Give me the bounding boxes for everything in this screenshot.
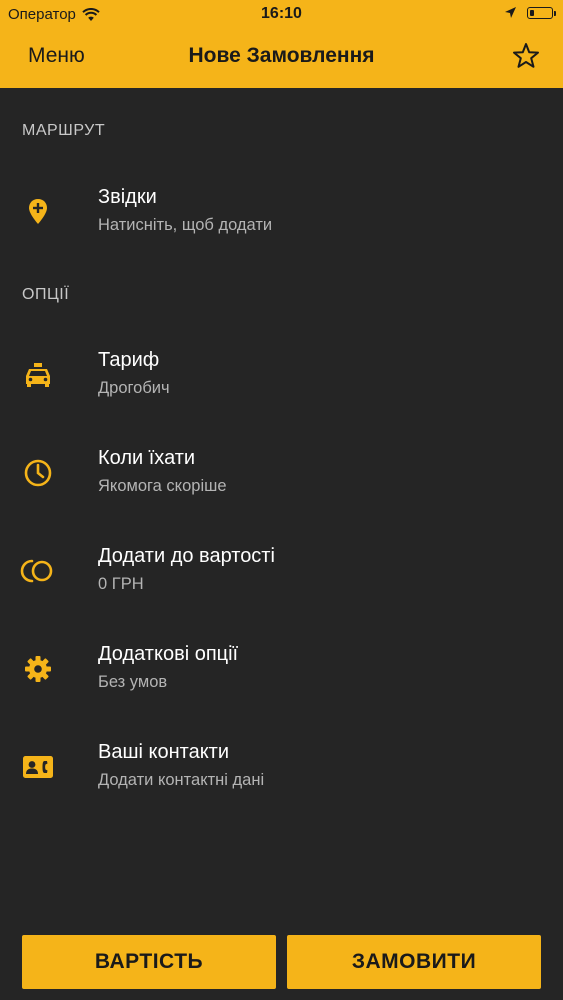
order-button[interactable]: ЗАМОВИТИ (287, 935, 541, 989)
section-header-route: МАРШРУТ (22, 122, 106, 139)
option-add-to-price[interactable]: Додати до вартості 0 ГРН (0, 531, 563, 611)
map-pin-plus-icon (29, 199, 47, 224)
status-bar: Оператор 16:10 (0, 0, 563, 30)
clock-icon (24, 459, 52, 487)
navigation-bar: Меню Нове Замовлення (0, 30, 563, 88)
taxi-car-icon (26, 363, 50, 387)
option-when-subtitle: Якомога скоріше (98, 477, 227, 495)
route-from-title: Звідки (98, 186, 157, 208)
status-time: 16:10 (261, 5, 302, 22)
route-from-subtitle: Натисніть, щоб додати (98, 216, 273, 234)
status-right (504, 6, 556, 19)
option-contacts[interactable]: Ваші контакти Додати контактні дані (0, 727, 563, 807)
page-title: Нове Замовлення (188, 44, 375, 67)
star-outline-icon[interactable] (511, 41, 541, 71)
contact-card-icon (23, 756, 53, 778)
route-from-item[interactable]: Звідки Натисніть, щоб додати (0, 172, 563, 252)
option-tariff[interactable]: Тариф Дрогобич (0, 335, 563, 415)
option-extra-title: Додаткові опції (98, 643, 239, 665)
option-when[interactable]: Коли їхати Якомога скоріше (0, 433, 563, 513)
option-tariff-title: Тариф (98, 349, 160, 371)
option-add-to-price-subtitle: 0 ГРН (98, 575, 144, 593)
location-arrow-icon (505, 7, 516, 18)
gear-icon (25, 656, 51, 682)
option-when-title: Коли їхати (98, 447, 196, 469)
section-header-options: ОПЦІЇ (22, 286, 70, 303)
option-tariff-subtitle: Дрогобич (98, 379, 170, 397)
coins-icon (20, 559, 53, 583)
option-contacts-subtitle: Додати контактні дані (98, 771, 265, 789)
option-extra-subtitle: Без умов (98, 673, 168, 691)
top-bar: Оператор 16:10 Меню Нове Замовлення (0, 0, 563, 88)
option-extra[interactable]: Додаткові опції Без умов (0, 629, 563, 709)
option-add-to-price-title: Додати до вартості (98, 545, 275, 567)
battery-icon (527, 6, 556, 19)
option-contacts-title: Ваші контакти (98, 741, 230, 763)
price-button[interactable]: ВАРТІСТЬ (22, 935, 276, 989)
